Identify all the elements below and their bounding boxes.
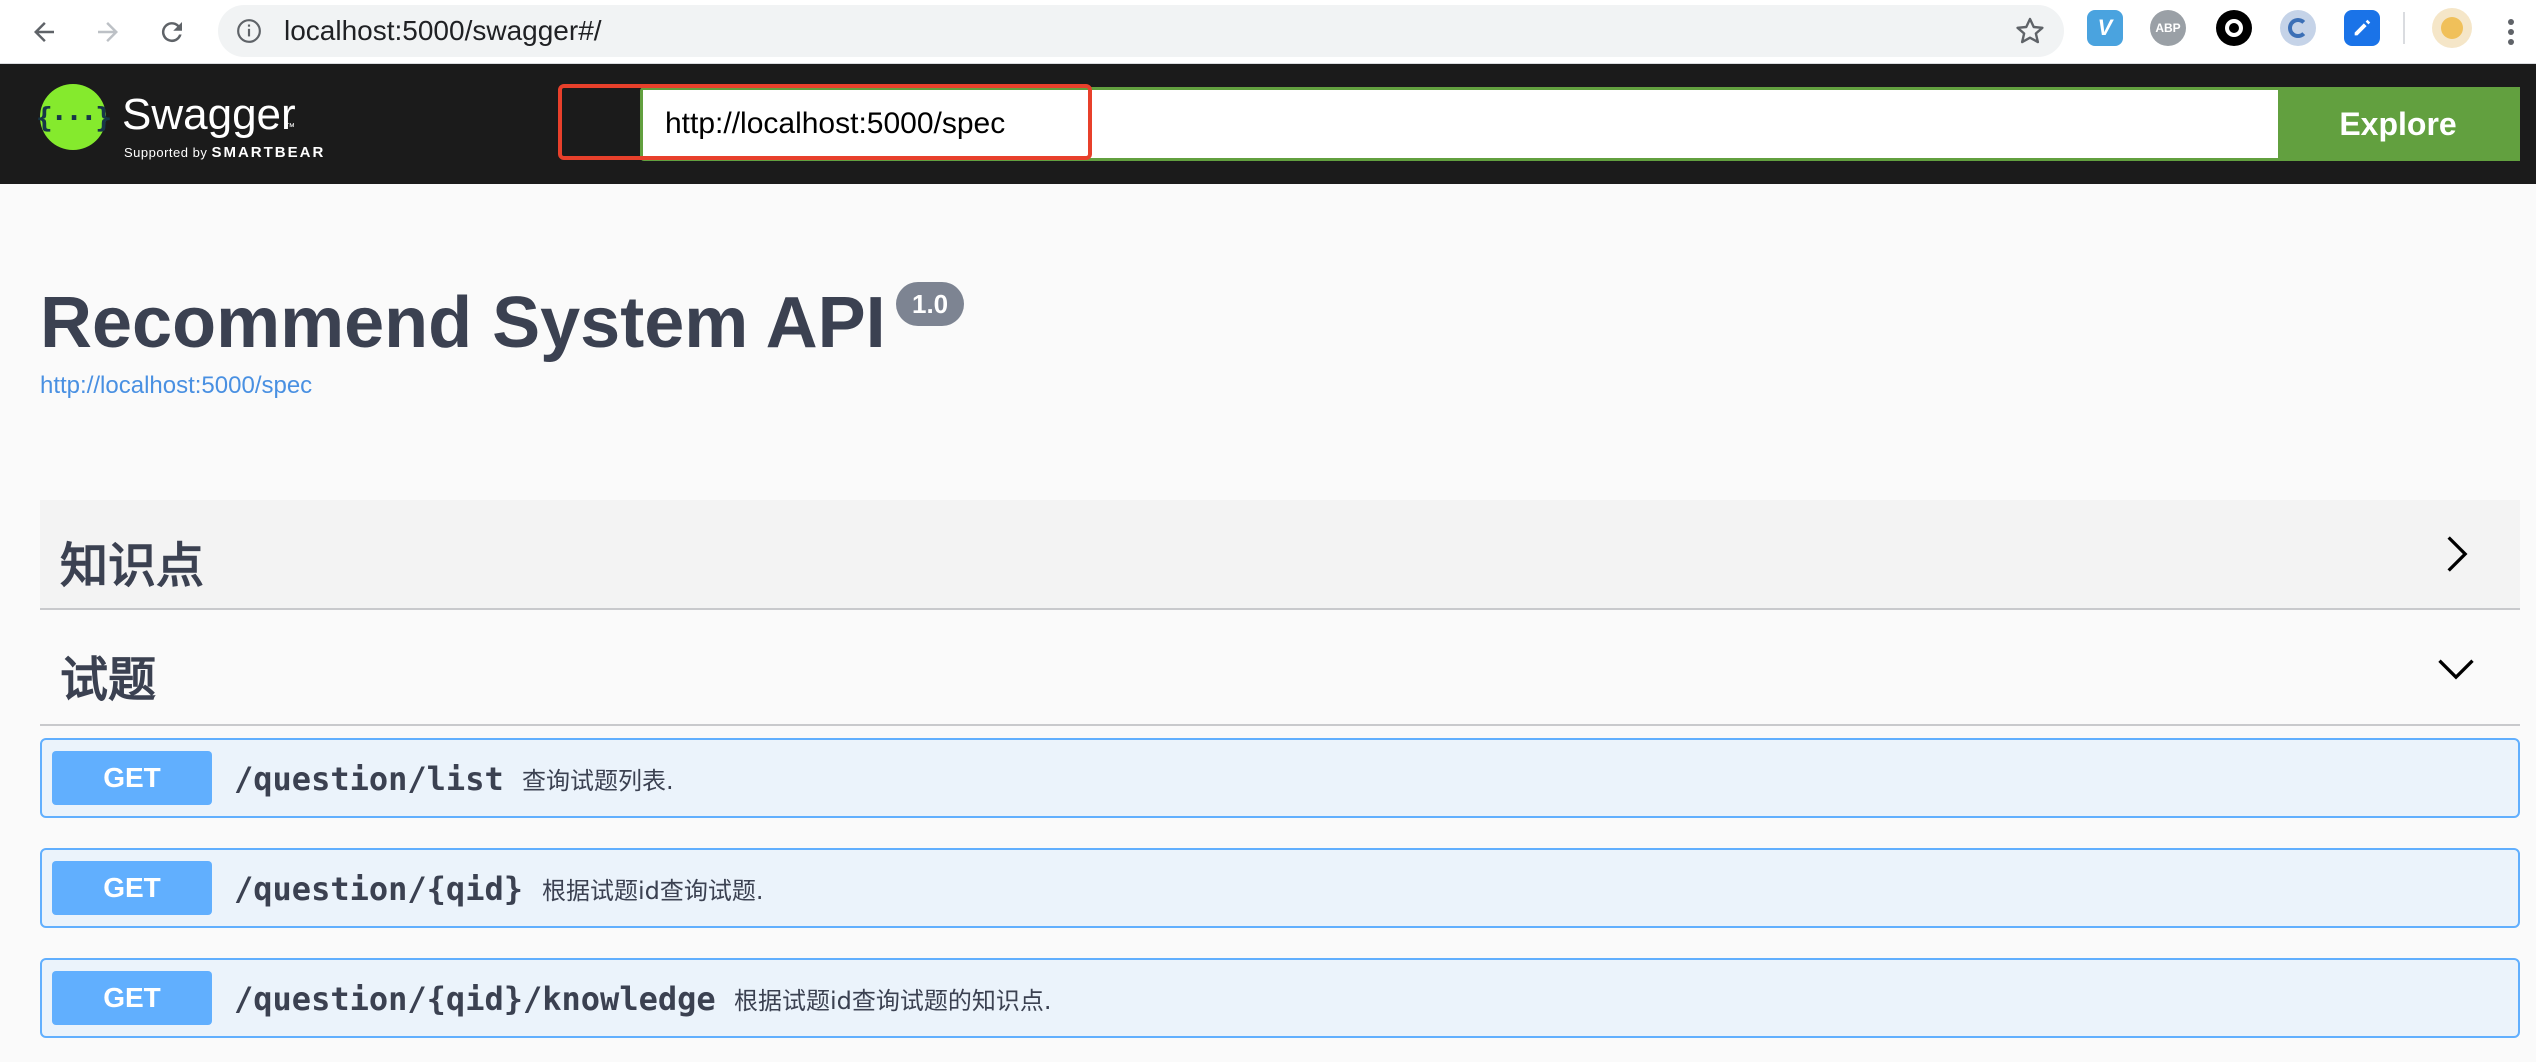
http-method-badge: GET (52, 751, 212, 805)
profile-avatar[interactable] (2432, 8, 2472, 48)
explore-button[interactable]: Explore (2278, 87, 2518, 161)
reload-button[interactable] (150, 10, 194, 54)
api-title: Recommend System API (40, 283, 886, 363)
tag-section-questions[interactable]: 试题 (40, 616, 2520, 726)
http-method-badge: GET (52, 861, 212, 915)
swirl-extension-icon[interactable] (2280, 10, 2316, 46)
operation-path: /question/list (234, 760, 504, 798)
circle-extension-icon[interactable] (2216, 10, 2252, 46)
operation-summary: 根据试题id查询试题的知识点. (734, 987, 1052, 1015)
info-icon[interactable] (236, 18, 262, 44)
browser-toolbar: localhost:5000/swagger#/ V ABP (0, 0, 2536, 64)
swagger-logo-text: Swagger (122, 90, 296, 139)
operation-summary: 查询试题列表. (522, 767, 674, 795)
vimeo-extension-icon[interactable]: V (2087, 10, 2123, 46)
back-button[interactable] (22, 10, 66, 54)
trademark: ™ (285, 122, 295, 133)
address-text: localhost:5000/swagger#/ (284, 15, 602, 46)
operation-get-question-list[interactable]: GET /question/list 查询试题列表. (40, 738, 2520, 818)
edit-extension-icon[interactable] (2344, 10, 2380, 46)
chevron-down-icon[interactable] (2434, 646, 2478, 690)
forward-button[interactable] (86, 10, 130, 54)
version-badge: 1.0 (896, 282, 965, 326)
reload-icon (161, 22, 182, 43)
spec-url-input[interactable] (643, 90, 2281, 158)
operation-get-question-by-id[interactable]: GET /question/{qid} 根据试题id查询试题. (40, 848, 2520, 928)
bookmark-star-icon[interactable] (2014, 15, 2046, 47)
address-bar[interactable]: localhost:5000/swagger#/ (218, 5, 2064, 57)
http-method-badge: GET (52, 971, 212, 1025)
chevron-right-icon[interactable] (2434, 532, 2478, 576)
tag-section-knowledge[interactable]: 知识点 (40, 500, 2520, 610)
tag-title: 知识点 (60, 538, 205, 594)
browser-menu-button[interactable] (2496, 10, 2526, 54)
swagger-logo-icon[interactable]: {···} (36, 84, 112, 150)
smartbear-brand: SMARTBEAR (211, 144, 326, 161)
adblock-extension-icon[interactable]: ABP (2150, 10, 2186, 46)
spec-link[interactable]: http://localhost:5000/spec (40, 372, 312, 400)
back-arrow-icon (34, 22, 54, 42)
tag-title: 试题 (60, 652, 157, 708)
smartbear-tagline: Supported by SMARTBEAR (124, 144, 325, 161)
operation-summary: 根据试题id查询试题. (542, 877, 764, 905)
operation-path: /question/{qid} (234, 870, 523, 908)
spec-url-field-wrapper (640, 87, 2520, 161)
operation-get-question-knowledge[interactable]: GET /question/{qid}/knowledge 根据试题id查询试题… (40, 958, 2520, 1038)
forward-arrow-icon (98, 22, 118, 42)
tagline-prefix: Supported by (124, 145, 208, 160)
toolbar-separator (2403, 12, 2405, 44)
more-vertical-icon (2508, 19, 2514, 45)
operation-path: /question/{qid}/knowledge (234, 980, 716, 1018)
